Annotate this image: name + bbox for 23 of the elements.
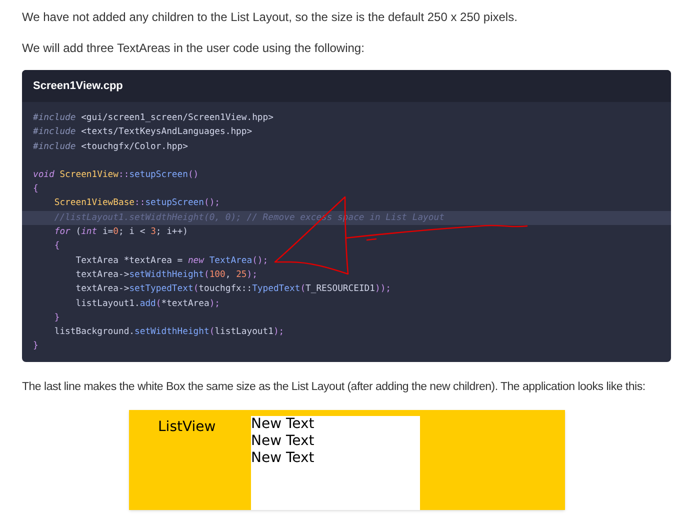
list-item: New Text: [251, 450, 314, 467]
list-item: New Text: [251, 416, 314, 433]
code-line: listLayout1.add(*textArea);: [74, 298, 220, 309]
code-line: listBackground.setWidthHeight(listLayout1);: [53, 327, 284, 338]
code-line: {: [33, 184, 38, 194]
list-item: New Text: [251, 433, 314, 450]
code-line: Screen1ViewBase::setupScreen();: [53, 198, 220, 208]
code-line: #include <touchgfx/Color.hpp>: [33, 142, 188, 152]
code-line: TextArea *textArea = new TextArea();: [74, 256, 268, 266]
file-name: Screen1View.cpp: [33, 78, 123, 94]
code-line: #include <texts/TextKeysAndLanguages.hpp>: [33, 127, 252, 138]
list-title: ListView: [158, 418, 217, 435]
code-line: textArea->setTypedText(touchgfx::TypedText(T_RESOURCEID1));: [74, 284, 392, 294]
code-line: }: [53, 312, 60, 323]
paragraph: We have not added any children to the List Layout, so the size is the default 250 x 250 pixels.: [22, 9, 518, 25]
code-line: textArea->setWidthHeight(100, 25);: [74, 270, 258, 280]
code-line: #include <gui/screen1_screen/Screen1View.hpp>: [33, 113, 274, 123]
paragraph: We will add three TextAreas in the user code using the following:: [22, 40, 366, 56]
paragraph: The last line makes the white Box the same size as the List Layout (after adding the new children). The application looks like this:: [22, 380, 646, 395]
code-line: for (int i=0; i < 3; i++): [53, 227, 188, 238]
code-line: }: [33, 341, 38, 352]
code-line: {: [53, 241, 60, 252]
code-line: void Screen1View::setupScreen(): [33, 170, 199, 180]
